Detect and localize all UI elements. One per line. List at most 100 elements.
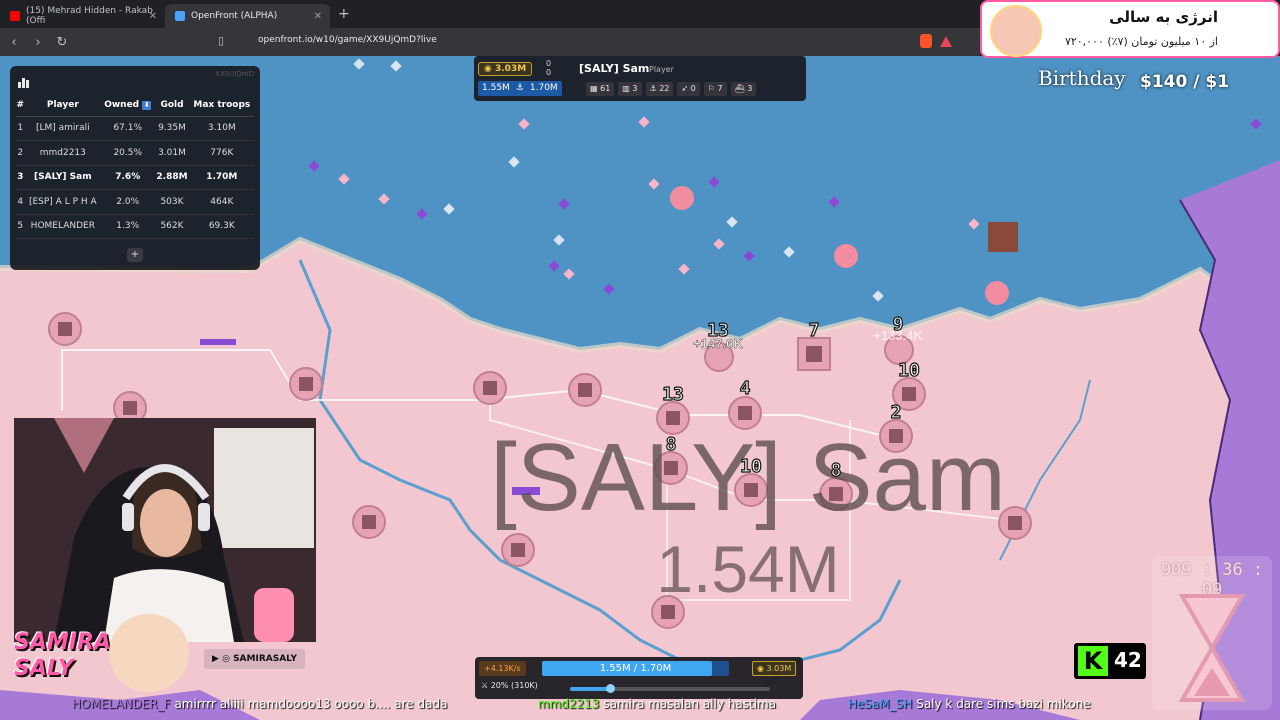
coin-icon: ◉ xyxy=(757,664,764,673)
attack-ratio-label: ⚔ 20% (310K) xyxy=(481,681,538,690)
gold-badge: ◉ 3.03M xyxy=(752,661,797,676)
bar-chart-icon[interactable] xyxy=(18,74,34,88)
troops-value: 1.55M xyxy=(482,83,510,93)
level-label: 10 xyxy=(740,456,762,477)
banner-subtitle: ۷۲۰,۰۰۰ از ۱۰ میلیون تومان (۷٪) xyxy=(1064,35,1218,48)
level-label: 8 xyxy=(666,434,677,455)
troops-badge: 1.55M ⚓ 1.70M xyxy=(478,81,562,96)
chat-message: HeSaM_SH Saly k dare sims bazi mikone xyxy=(848,695,1091,713)
game-id: XX9UjQmD xyxy=(215,70,254,78)
reload-icon[interactable]: ↻ xyxy=(52,35,72,50)
donation-goal: $140 / $1 xyxy=(1140,72,1230,92)
rank-cell: 1 xyxy=(16,116,25,141)
stat-value: 22 xyxy=(659,84,670,93)
youtube-icon: ▶ xyxy=(212,654,219,664)
stat-missiles: ➶ 0 xyxy=(677,82,700,96)
stat-value: 3 xyxy=(632,84,638,93)
max-troops-value: 1.70M xyxy=(529,83,558,93)
table-row[interactable]: 5 HOMELANDER 1.3% 562K 69.3K xyxy=(16,214,254,239)
chat-message: HOMELANDER_F amirrrr aliiii mamdoooo13 o… xyxy=(72,695,447,713)
stat-factories: ▥ 3 xyxy=(618,82,642,96)
level-label: 13 xyxy=(662,384,684,405)
attack-ratio-slider[interactable] xyxy=(570,684,770,693)
donation-banner: انرژی به سالی ۷۲۰,۰۰۰ از ۱۰ میلیون تومان… xyxy=(980,0,1280,58)
level-label: 4 xyxy=(740,378,751,399)
bookmark-icon[interactable]: ▯ xyxy=(218,34,224,47)
troops-cell: 3.10M xyxy=(189,116,254,141)
col-max-troops[interactable]: Max troops xyxy=(189,94,254,117)
owned-cell: 67.1% xyxy=(101,116,155,141)
troop-bar-label: 1.55M / 1.70M xyxy=(599,663,672,674)
stat-warships: ⛴ 3 xyxy=(730,82,757,96)
missile-icon: ➶ xyxy=(681,84,689,93)
col-gold[interactable]: Gold xyxy=(154,94,190,117)
table-row[interactable]: 2 mmd2213 20.5% 3.01M 776K xyxy=(16,140,254,166)
streamer-brand: SAMIRA SALY ▶ ◎ SAMIRASALY xyxy=(14,612,314,692)
col-owned-label: Owned xyxy=(104,99,140,110)
territory-troops: 1.54M xyxy=(656,532,839,606)
troop-rate: +4.13K/s xyxy=(479,661,526,676)
player-cell: HOMELANDER xyxy=(24,214,102,239)
city-icon: ▦ xyxy=(590,84,598,93)
birthday-label: Birthday xyxy=(1038,66,1126,90)
counter-top: 0 xyxy=(546,59,552,68)
brave-shield-icon[interactable] xyxy=(920,34,932,48)
leaderboard-table: # Player Owned ⬇ Gold Max troops 1 [LM] a… xyxy=(16,94,254,239)
new-tab-button[interactable]: + xyxy=(338,6,350,22)
rank-cell: 3 xyxy=(16,165,25,190)
close-icon[interactable]: ✕ xyxy=(314,11,322,22)
browser-tab-active[interactable]: OpenFront (ALPHA) ✕ xyxy=(165,4,330,28)
instagram-icon: ◎ xyxy=(222,654,230,664)
counter-bottom: 0 xyxy=(546,68,552,77)
owned-cell: 7.6% xyxy=(101,165,155,190)
level-label: 9 xyxy=(893,314,904,335)
troops-cell: 464K xyxy=(189,189,254,215)
chat-text: samira masalan ally hastima xyxy=(603,697,777,711)
chat-user: HOMELANDER_F xyxy=(72,697,171,711)
youtube-icon xyxy=(10,11,20,21)
table-row[interactable]: 1 [LM] amirali 67.1% 9.35M 3.10M xyxy=(16,116,254,141)
sort-down-icon[interactable]: ⬇ xyxy=(142,100,152,110)
troop-bar: 1.55M / 1.70M xyxy=(542,661,729,676)
attack-ratio-value: 20% (310K) xyxy=(490,681,538,690)
leaderboard-panel: XX9UjQmD # Player Owned ⬇ Gold Max troop… xyxy=(10,66,260,270)
troops-cell: 69.3K xyxy=(189,214,254,239)
brave-rewards-icon[interactable] xyxy=(940,36,952,47)
table-row-current-player[interactable]: 3 [SALY] Sam 7.6% 2.88M 1.70M xyxy=(16,165,254,190)
gold-value: 3.03M xyxy=(766,664,792,673)
tab-title: OpenFront (ALPHA) xyxy=(191,11,278,21)
sam-icon: ⚐ xyxy=(707,84,715,93)
player-cell: [ESP] A L P H A xyxy=(24,189,102,215)
gold-value: 3.03M xyxy=(495,64,527,74)
rank-cell: 5 xyxy=(16,214,25,239)
expand-leaderboard-button[interactable]: + xyxy=(127,248,143,262)
table-row[interactable]: 4 [ESP] A L P H A 2.0% 503K 464K xyxy=(16,189,254,215)
stat-value: 0 xyxy=(690,84,696,93)
col-owned[interactable]: Owned ⬇ xyxy=(101,94,155,117)
player-name: [SALY] Sam xyxy=(579,62,650,75)
browser-tab[interactable]: (15) Mehrad Hidden - Rakab (Offi ✕ xyxy=(0,4,165,28)
kick-logo-icon: K xyxy=(1078,646,1108,676)
counter: 00 xyxy=(546,59,551,77)
gold-cell: 3.01M xyxy=(154,140,190,166)
player-cell: [LM] amirali xyxy=(24,116,102,141)
close-icon[interactable]: ✕ xyxy=(149,11,157,22)
hourglass-icon xyxy=(1178,594,1246,702)
sword-icon: ⚔ xyxy=(481,681,489,690)
owned-cell: 2.0% xyxy=(101,189,155,215)
stat-cities: ▦ 61 xyxy=(586,82,615,96)
level-label: 7 xyxy=(809,320,820,341)
social-handle: ▶ ◎ SAMIRASALY xyxy=(204,649,306,669)
forward-icon[interactable]: › xyxy=(28,35,48,50)
slider-knob[interactable] xyxy=(606,684,615,693)
follower-count: 42 xyxy=(1114,648,1142,672)
url-field[interactable]: openfront.io/w10/game/XX9UjQmD?live xyxy=(258,35,437,45)
level-label: 13 xyxy=(707,320,729,341)
player-cell: [SALY] Sam xyxy=(24,165,102,190)
col-player[interactable]: Player xyxy=(24,94,102,117)
coin-icon: ◉ xyxy=(484,64,492,74)
anchor-icon: ⚓ xyxy=(649,84,657,93)
back-icon[interactable]: ‹ xyxy=(4,35,24,50)
tab-title: (15) Mehrad Hidden - Rakab (Offi xyxy=(26,6,153,26)
kick-follower-badge: K 42 xyxy=(1074,643,1146,679)
